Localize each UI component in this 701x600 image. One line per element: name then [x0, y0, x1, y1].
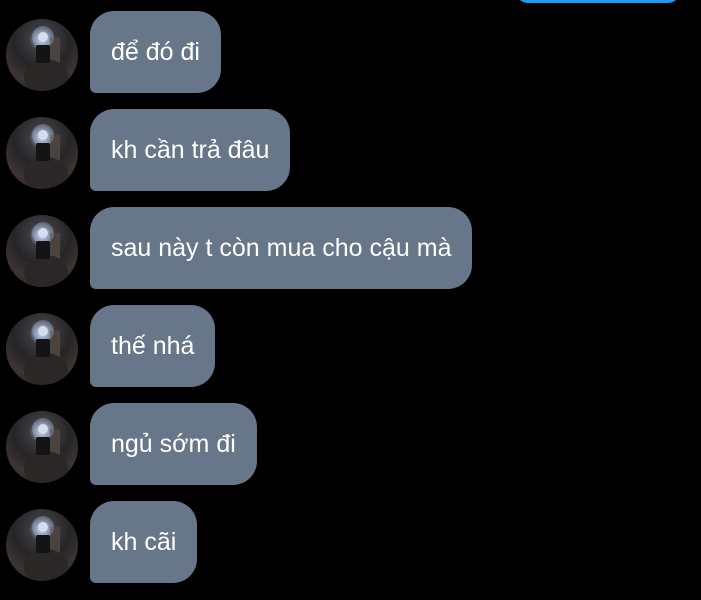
message-bubble[interactable]: thế nhá	[90, 305, 216, 387]
message-row: ngủ sớm đi	[0, 403, 701, 485]
message-bubble[interactable]: kh cãi	[90, 501, 198, 583]
contact-avatar[interactable]	[6, 313, 78, 385]
message-bubble[interactable]: kh cần trả đâu	[90, 109, 291, 191]
sent-message-bubble-edge[interactable]	[516, 0, 680, 3]
message-row: kh cãi	[0, 501, 701, 583]
contact-avatar[interactable]	[6, 215, 78, 287]
message-bubble[interactable]: để đó đi	[90, 11, 221, 93]
message-row: thế nhá	[0, 305, 701, 387]
profile-photo-icon	[24, 124, 68, 189]
contact-avatar[interactable]	[6, 411, 78, 483]
profile-photo-icon	[24, 26, 68, 91]
message-bubble[interactable]: sau này t còn mua cho cậu mà	[90, 207, 473, 289]
contact-avatar[interactable]	[6, 117, 78, 189]
message-row: kh cần trả đâu	[0, 109, 701, 191]
contact-avatar[interactable]	[6, 509, 78, 581]
profile-photo-icon	[24, 320, 68, 385]
contact-avatar[interactable]	[6, 19, 78, 91]
message-row: để đó đi	[0, 11, 701, 93]
profile-photo-icon	[24, 222, 68, 287]
profile-photo-icon	[24, 418, 68, 483]
message-row: sau này t còn mua cho cậu mà	[0, 207, 701, 289]
message-bubble[interactable]: ngủ sớm đi	[90, 403, 257, 485]
profile-photo-icon	[24, 516, 68, 581]
